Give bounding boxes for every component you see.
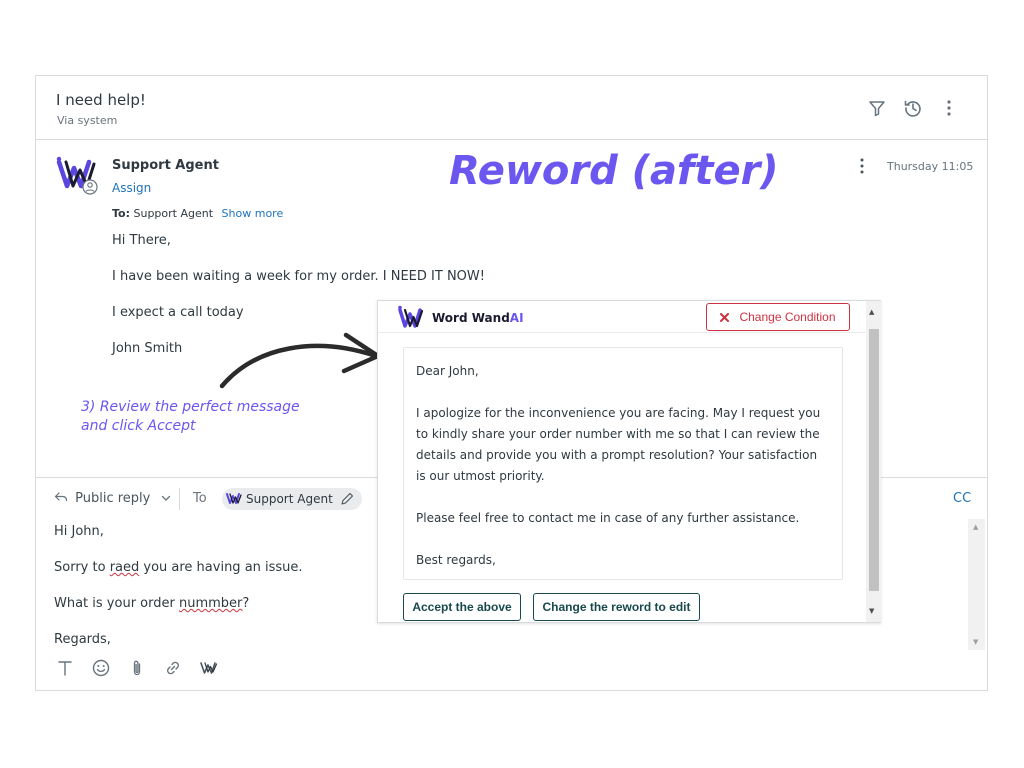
scroll-down-icon[interactable]: ▼ (973, 638, 978, 646)
more-vertical-icon[interactable] (939, 98, 959, 118)
misspelled-word[interactable]: nummber (179, 596, 242, 611)
history-icon[interactable] (903, 98, 923, 118)
annotation-title: Reword (after) (449, 148, 779, 194)
reworded-message: Dear John, I apologize for the inconveni… (403, 347, 843, 580)
attachment-icon[interactable] (127, 658, 147, 678)
instruction-line: 3) Review the perfect message (81, 399, 300, 415)
reword-paragraph: Please feel free to contact me in case o… (416, 511, 800, 525)
annotation-instruction: 3) Review the perfect message and click … (81, 398, 341, 436)
message-line: Hi There, (112, 233, 171, 248)
reply-mode-select[interactable]: Public reply (54, 491, 171, 506)
scroll-up-icon[interactable]: ▲ (973, 523, 978, 531)
cc-link[interactable]: CC (953, 491, 971, 506)
change-condition-label: Change Condition (739, 310, 836, 324)
word-wand-popup: Word WandAI Change Condition Dear John, … (377, 300, 881, 623)
reply-text: you are having an issue. (139, 560, 303, 575)
recipient-avatar-icon (226, 493, 242, 504)
assign-link[interactable]: Assign (112, 181, 151, 195)
scroll-down-icon[interactable]: ▼ (869, 607, 874, 615)
show-more-link[interactable]: Show more (222, 207, 284, 220)
edit-reword-button[interactable]: Change the reword to edit (533, 593, 700, 621)
instruction-line: and click Accept (81, 418, 196, 434)
recipient-chip[interactable]: Support Agent (222, 488, 362, 510)
pencil-icon[interactable] (340, 492, 354, 506)
pointer-arrow-icon (219, 332, 381, 389)
chevron-down-icon (161, 495, 170, 501)
reply-text: Sorry to (54, 560, 110, 575)
filter-icon[interactable] (867, 98, 887, 118)
reply-line[interactable]: Regards, (54, 632, 111, 647)
agent-avatar (56, 156, 98, 195)
ticket-via: Via system (57, 114, 118, 127)
message-line: I expect a call today (112, 305, 244, 320)
close-icon (720, 312, 730, 322)
reply-arrow-icon (54, 492, 68, 502)
word-wand-logo-icon (398, 305, 424, 328)
message-line: John Smith (112, 341, 183, 356)
link-icon[interactable] (163, 658, 183, 678)
misspelled-word[interactable]: raed (110, 560, 140, 575)
reword-paragraph: Best regards, (416, 553, 496, 567)
accept-button[interactable]: Accept the above (403, 593, 521, 621)
brand-suffix: AI (509, 311, 524, 325)
brand-text: Word Wand (432, 311, 510, 325)
word-wand-icon[interactable] (199, 658, 219, 678)
scroll-thumb[interactable] (869, 329, 879, 591)
emoji-icon[interactable] (91, 658, 111, 678)
ticket-header: I need help! Via system (36, 76, 987, 140)
popup-scrollbar[interactable]: ▲ ▼ (866, 301, 881, 622)
recipient-name: Support Agent (246, 492, 333, 506)
ticket-subject: I need help! (56, 91, 146, 109)
popup-divider (378, 332, 866, 333)
reply-line[interactable]: Sorry to raed you are having an issue. (54, 560, 303, 575)
message-timestamp: Thursday 11:05 (887, 160, 974, 173)
reply-text: ? (242, 596, 250, 611)
reply-to-label: To (193, 491, 207, 506)
reply-mode-label: Public reply (75, 491, 151, 506)
scroll-up-icon[interactable]: ▲ (869, 308, 874, 316)
change-condition-button[interactable]: Change Condition (706, 303, 850, 331)
text-format-icon[interactable] (55, 658, 75, 678)
reply-line[interactable]: What is your order nummber? (54, 596, 249, 611)
reword-paragraph: Dear John, (416, 364, 479, 378)
author-name: Support Agent (112, 158, 219, 173)
to-label: To: (112, 207, 130, 220)
message-line: I have been waiting a week for my order.… (112, 269, 485, 284)
reword-paragraph: I apologize for the inconvenience you ar… (416, 406, 821, 483)
reply-line[interactable]: Hi John, (54, 524, 104, 539)
to-value: Support Agent (133, 207, 214, 220)
reply-text: What is your order (54, 596, 179, 611)
recipients-line: To: Support Agent Show more (112, 207, 283, 220)
reply-scrollbar[interactable]: ▲ ▼ (968, 519, 985, 650)
brand-name: Word WandAI (432, 311, 524, 325)
reply-separator (179, 488, 180, 510)
word-wand-logo: Word WandAI (398, 305, 524, 331)
message-more-icon[interactable] (854, 156, 870, 176)
